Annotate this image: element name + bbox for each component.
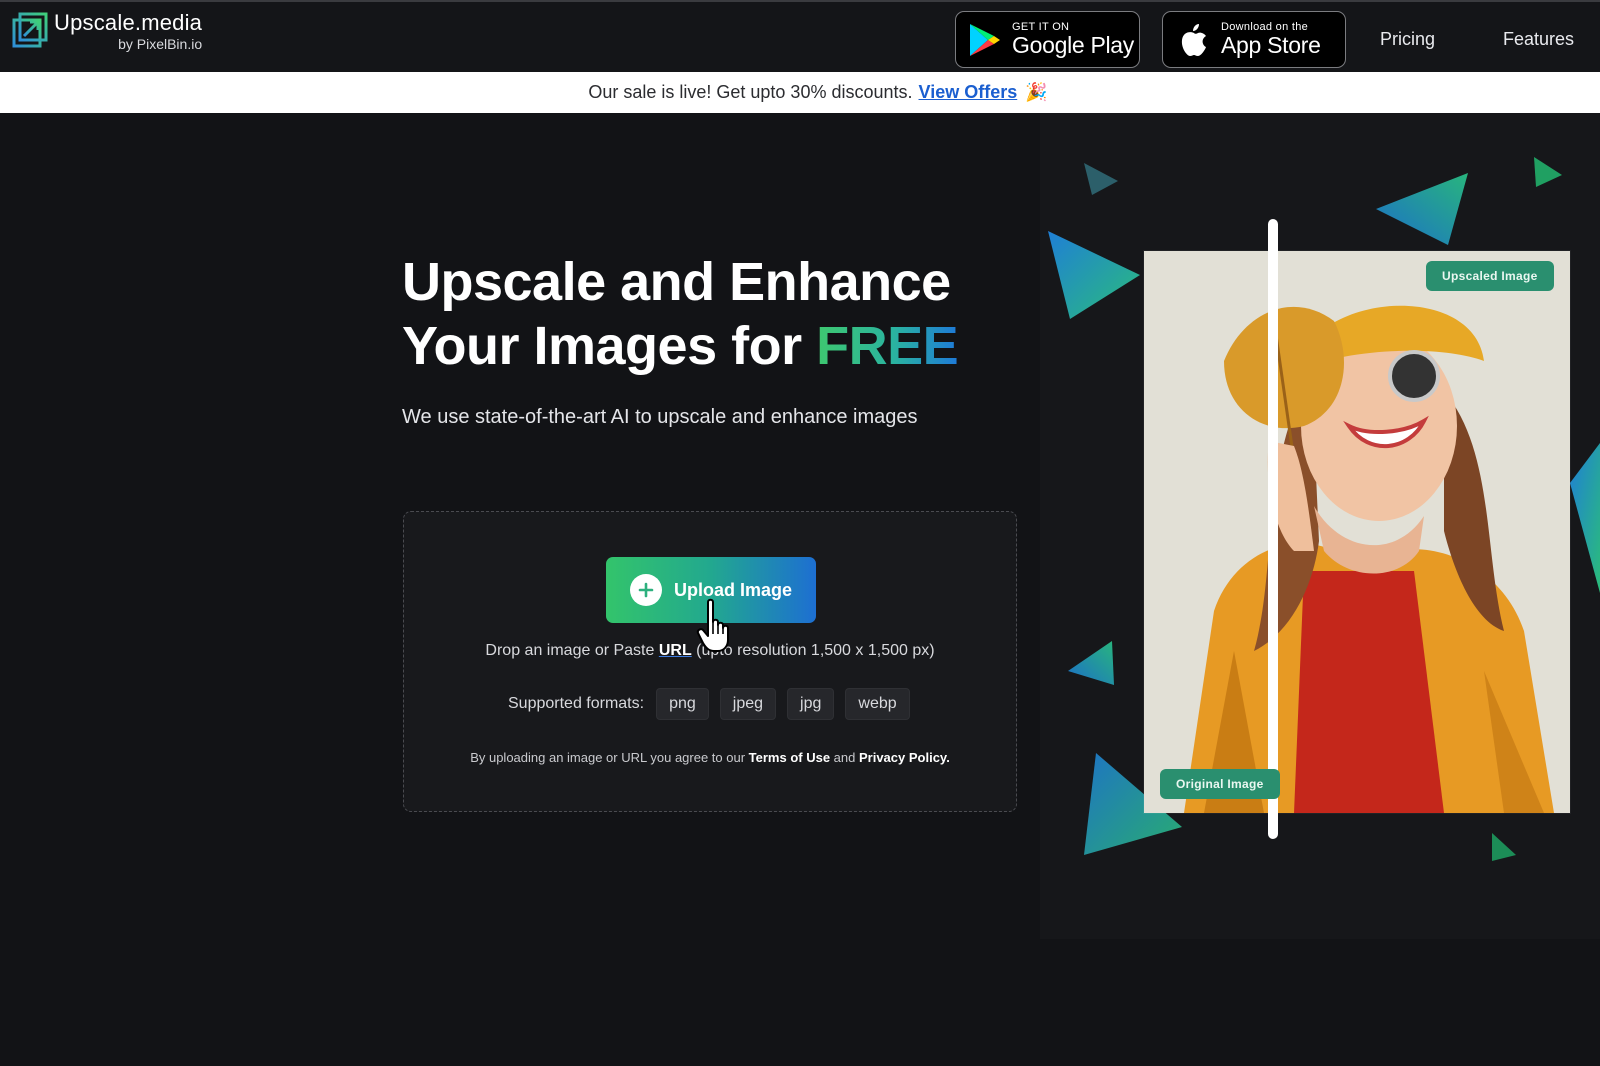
party-popper-icon: 🎉 xyxy=(1025,82,1048,102)
hand-cursor-icon xyxy=(696,598,729,652)
woman-portrait-image xyxy=(1144,251,1570,813)
hero-subtitle: We use state-of-the-art AI to upscale an… xyxy=(402,406,918,428)
google-play-button[interactable]: GET IT ON Google Play xyxy=(955,11,1140,68)
terms-mid: and xyxy=(830,750,859,765)
original-image-tag: Original Image xyxy=(1160,769,1280,799)
hero-title-line2: Your Images for xyxy=(402,316,817,376)
hero-title: Upscale and Enhance Your Images for FREE xyxy=(402,250,959,378)
format-chip-jpeg: jpeg xyxy=(719,688,777,720)
app-store-button[interactable]: Download on the App Store xyxy=(1162,11,1346,68)
top-navbar: Upscale.media by PixelBin.io GET IT ON G… xyxy=(0,0,1600,72)
drop-prefix: Drop an image or Paste xyxy=(485,642,659,659)
before-after-showcase: Upscaled Image Original Image xyxy=(1040,113,1600,939)
terms-of-use-link[interactable]: Terms of Use xyxy=(749,750,830,765)
logo[interactable]: Upscale.media by PixelBin.io xyxy=(12,12,202,51)
app-store-big-text: App Store xyxy=(1221,31,1321,58)
sale-banner-text: Our sale is live! Get upto 30% discounts… xyxy=(588,82,913,102)
nav-features-link[interactable]: Features xyxy=(1503,29,1574,50)
comparison-photo xyxy=(1144,251,1570,813)
upscaled-image-tag: Upscaled Image xyxy=(1426,261,1554,291)
terms-notice: By uploading an image or URL you agree t… xyxy=(404,750,1016,765)
format-chip-jpg: jpg xyxy=(787,688,835,720)
privacy-policy-link[interactable]: Privacy Policy. xyxy=(859,750,950,765)
logo-name: Upscale.media xyxy=(54,10,203,35)
view-offers-link[interactable]: View Offers xyxy=(919,82,1018,103)
google-play-big-text: Google Play xyxy=(1012,31,1134,58)
paste-url-link[interactable]: URL xyxy=(659,642,692,659)
logo-icon xyxy=(12,12,48,48)
plus-icon xyxy=(630,574,662,606)
apple-icon xyxy=(1181,23,1206,56)
nav-pricing-link[interactable]: Pricing xyxy=(1380,29,1435,50)
terms-prefix: By uploading an image or URL you agree t… xyxy=(470,750,749,765)
format-chip-webp: webp xyxy=(845,688,910,720)
hero-title-line1: Upscale and Enhance xyxy=(402,252,951,312)
comparison-slider-handle[interactable] xyxy=(1268,219,1278,839)
upload-dropzone[interactable]: Upload Image Drop an image or Paste URL … xyxy=(403,511,1017,812)
google-play-icon xyxy=(970,23,1000,56)
format-chip-png: png xyxy=(656,688,709,720)
logo-subtitle: by PixelBin.io xyxy=(118,36,203,52)
hero-title-highlight: FREE xyxy=(816,316,959,376)
formats-label: Supported formats: xyxy=(508,695,645,712)
sale-banner: Our sale is live! Get upto 30% discounts… xyxy=(0,72,1600,113)
supported-formats: Supported formats: png jpeg jpg webp xyxy=(508,688,921,720)
